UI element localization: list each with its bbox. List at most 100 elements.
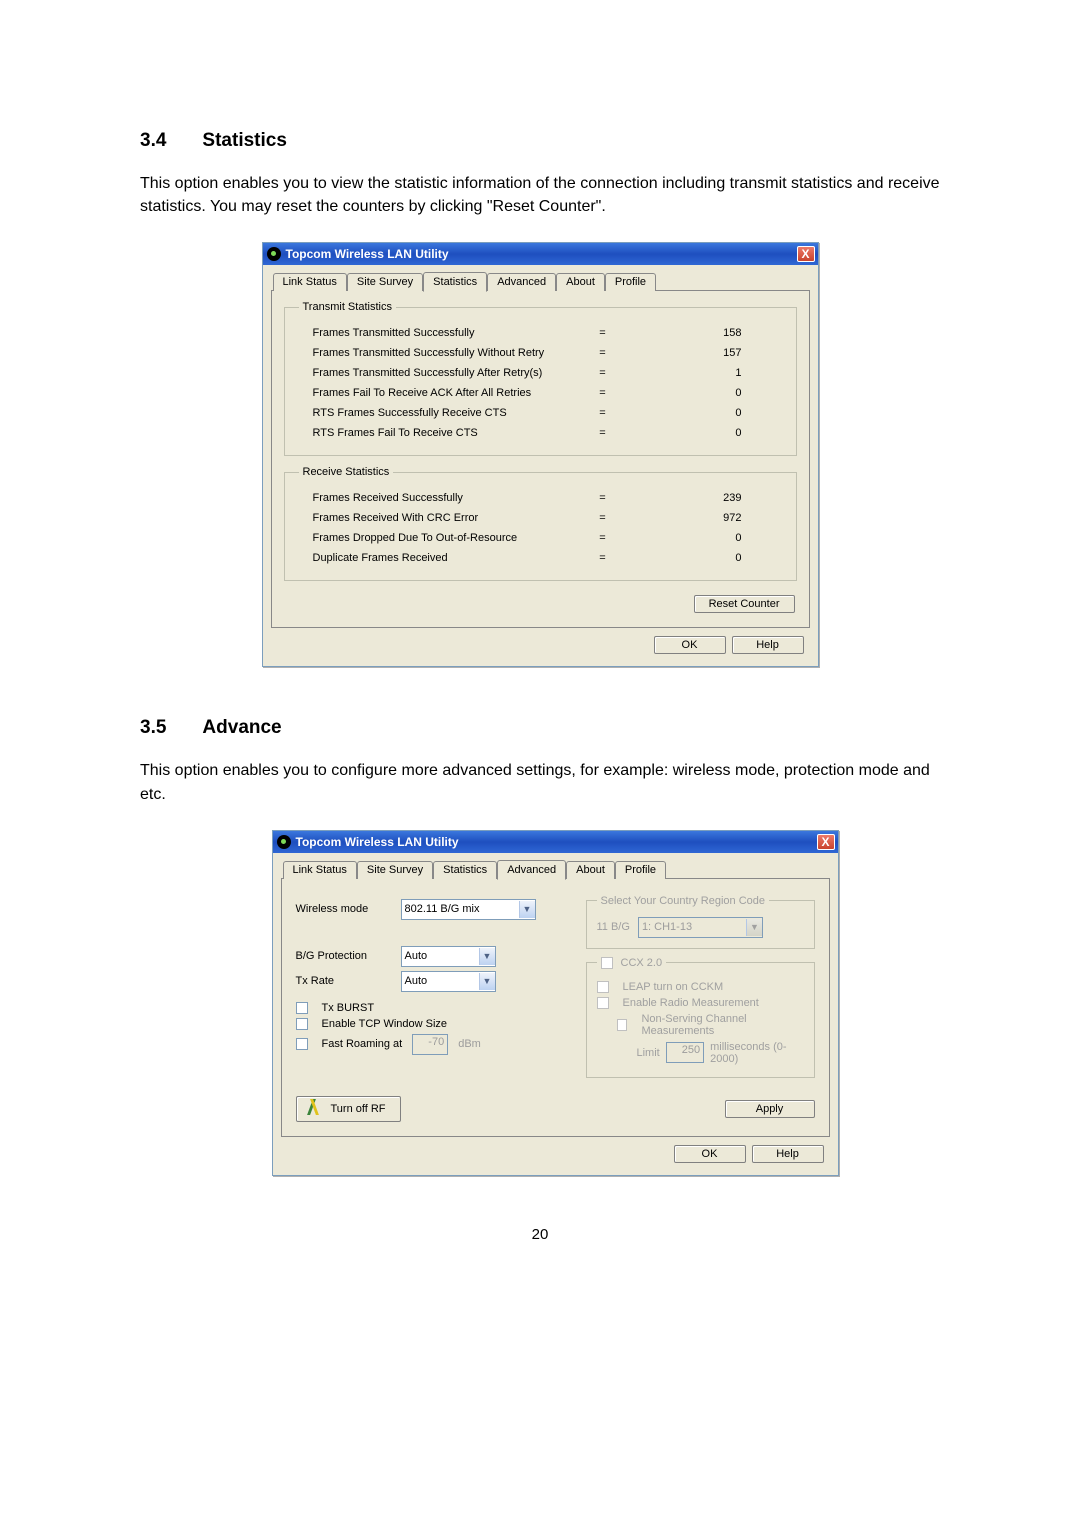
stat-row: Frames Fail To Receive ACK After All Ret… — [299, 383, 782, 403]
help-button[interactable]: Help — [732, 636, 804, 654]
transmit-legend: Transmit Statistics — [299, 301, 396, 313]
receive-legend: Receive Statistics — [299, 466, 394, 478]
bg-protection-label: B/G Protection — [296, 950, 391, 962]
stat-label: Frames Transmitted Successfully Without … — [299, 347, 583, 359]
stat-label: Frames Fail To Receive ACK After All Ret… — [299, 387, 583, 399]
nonserving-label: Non-Serving Channel Measurements — [641, 1013, 803, 1037]
turn-off-rf-button[interactable]: Turn off RF — [296, 1096, 401, 1122]
stat-label: Frames Transmitted Successfully After Re… — [299, 367, 583, 379]
equals-sign: = — [583, 347, 623, 359]
tab-site-survey[interactable]: Site Survey — [347, 273, 423, 291]
stat-label: Frames Received Successfully — [299, 492, 583, 504]
wireless-mode-select[interactable]: 802.11 B/G mix ▼ — [401, 899, 536, 920]
stat-row: Frames Received With CRC Error=972 — [299, 508, 782, 528]
section-number: 3.4 — [140, 130, 166, 152]
tab-link-status[interactable]: Link Status — [283, 861, 357, 879]
country-band-label: 11 B/G — [597, 921, 630, 933]
stat-label: Duplicate Frames Received — [299, 552, 583, 564]
tab-profile[interactable]: Profile — [605, 273, 656, 291]
tab-advanced[interactable]: Advanced — [487, 273, 556, 291]
tab-statistics[interactable]: Statistics — [433, 861, 497, 879]
stat-value: 157 — [623, 347, 782, 359]
equals-sign: = — [583, 552, 623, 564]
chevron-down-icon: ▼ — [519, 901, 535, 918]
antenna-icon — [303, 1099, 327, 1119]
stat-row: Duplicate Frames Received=0 — [299, 548, 782, 568]
apply-button[interactable]: Apply — [725, 1100, 815, 1118]
tab-profile[interactable]: Profile — [615, 861, 666, 879]
equals-sign: = — [583, 492, 623, 504]
ok-button[interactable]: OK — [654, 636, 726, 654]
tab-about[interactable]: About — [556, 273, 605, 291]
limit-unit: milliseconds (0-2000) — [710, 1041, 803, 1065]
wireless-mode-label: Wireless mode — [296, 903, 391, 915]
help-button[interactable]: Help — [752, 1145, 824, 1163]
leap-checkbox — [597, 981, 609, 993]
stat-value: 239 — [623, 492, 782, 504]
chevron-down-icon: ▼ — [746, 919, 762, 936]
transmit-statistics-group: Transmit Statistics Frames Transmitted S… — [284, 301, 797, 456]
bg-protection-select[interactable]: Auto ▼ — [401, 946, 496, 967]
txrate-select[interactable]: Auto ▼ — [401, 971, 496, 992]
section-title: Statistics — [202, 130, 286, 152]
limit-label: Limit — [637, 1047, 660, 1059]
enable-tcp-checkbox[interactable] — [296, 1018, 308, 1030]
fast-roaming-unit: dBm — [458, 1038, 481, 1050]
txburst-label: Tx BURST — [322, 1002, 375, 1014]
stat-label: Frames Dropped Due To Out-of-Resource — [299, 532, 583, 544]
equals-sign: = — [583, 327, 623, 339]
page-number: 20 — [140, 1226, 940, 1243]
stat-row: Frames Dropped Due To Out-of-Resource=0 — [299, 528, 782, 548]
window-title: Topcom Wireless LAN Utility — [296, 835, 459, 849]
equals-sign: = — [583, 532, 623, 544]
fast-roaming-label: Fast Roaming at — [322, 1038, 403, 1050]
tab-about[interactable]: About — [566, 861, 615, 879]
stat-value: 0 — [623, 407, 782, 419]
close-button[interactable]: X — [797, 246, 815, 262]
equals-sign: = — [583, 367, 623, 379]
tab-statistics[interactable]: Statistics — [423, 272, 487, 292]
stat-value: 0 — [623, 387, 782, 399]
fast-roaming-value: -70 — [412, 1034, 448, 1055]
ok-button[interactable]: OK — [674, 1145, 746, 1163]
country-legend: Select Your Country Region Code — [597, 895, 770, 907]
stat-value: 1 — [623, 367, 782, 379]
leap-label: LEAP turn on CCKM — [623, 981, 724, 993]
stat-value: 0 — [623, 532, 782, 544]
ccx-checkbox[interactable] — [601, 957, 613, 969]
stat-label: RTS Frames Fail To Receive CTS — [299, 427, 583, 439]
stat-value: 972 — [623, 512, 782, 524]
txburst-checkbox[interactable] — [296, 1002, 308, 1014]
stat-row: RTS Frames Fail To Receive CTS=0 — [299, 423, 782, 443]
stat-row: Frames Transmitted Successfully Without … — [299, 343, 782, 363]
tab-link-status[interactable]: Link Status — [273, 273, 347, 291]
reset-counter-button[interactable]: Reset Counter — [694, 595, 795, 613]
section-number: 3.5 — [140, 717, 166, 739]
advanced-dialog: Topcom Wireless LAN Utility X Link Statu… — [272, 830, 839, 1176]
fast-roaming-checkbox[interactable] — [296, 1038, 308, 1050]
stat-row: RTS Frames Successfully Receive CTS=0 — [299, 403, 782, 423]
enable-tcp-label: Enable TCP Window Size — [322, 1018, 448, 1030]
section-body: This option enables you to configure mor… — [140, 759, 940, 805]
radio-measurement-label: Enable Radio Measurement — [623, 997, 759, 1009]
stat-row: Frames Transmitted Successfully=158 — [299, 323, 782, 343]
ccx-legend: CCX 2.0 — [621, 957, 663, 969]
stat-label: RTS Frames Successfully Receive CTS — [299, 407, 583, 419]
title-bar: Topcom Wireless LAN Utility X — [273, 831, 838, 853]
txrate-label: Tx Rate — [296, 975, 391, 987]
window-title: Topcom Wireless LAN Utility — [286, 247, 449, 261]
stat-label: Frames Transmitted Successfully — [299, 327, 583, 339]
equals-sign: = — [583, 387, 623, 399]
stat-value: 0 — [623, 552, 782, 564]
limit-value: 250 — [666, 1042, 704, 1063]
equals-sign: = — [583, 512, 623, 524]
tab-advanced[interactable]: Advanced — [497, 860, 566, 880]
close-button[interactable]: X — [817, 834, 835, 850]
title-bar: Topcom Wireless LAN Utility X — [263, 243, 818, 265]
stat-row: Frames Transmitted Successfully After Re… — [299, 363, 782, 383]
app-icon — [267, 247, 281, 261]
tab-site-survey[interactable]: Site Survey — [357, 861, 433, 879]
stat-value: 0 — [623, 427, 782, 439]
receive-statistics-group: Receive Statistics Frames Received Succe… — [284, 466, 797, 581]
statistics-dialog: Topcom Wireless LAN Utility X Link Statu… — [262, 242, 819, 667]
